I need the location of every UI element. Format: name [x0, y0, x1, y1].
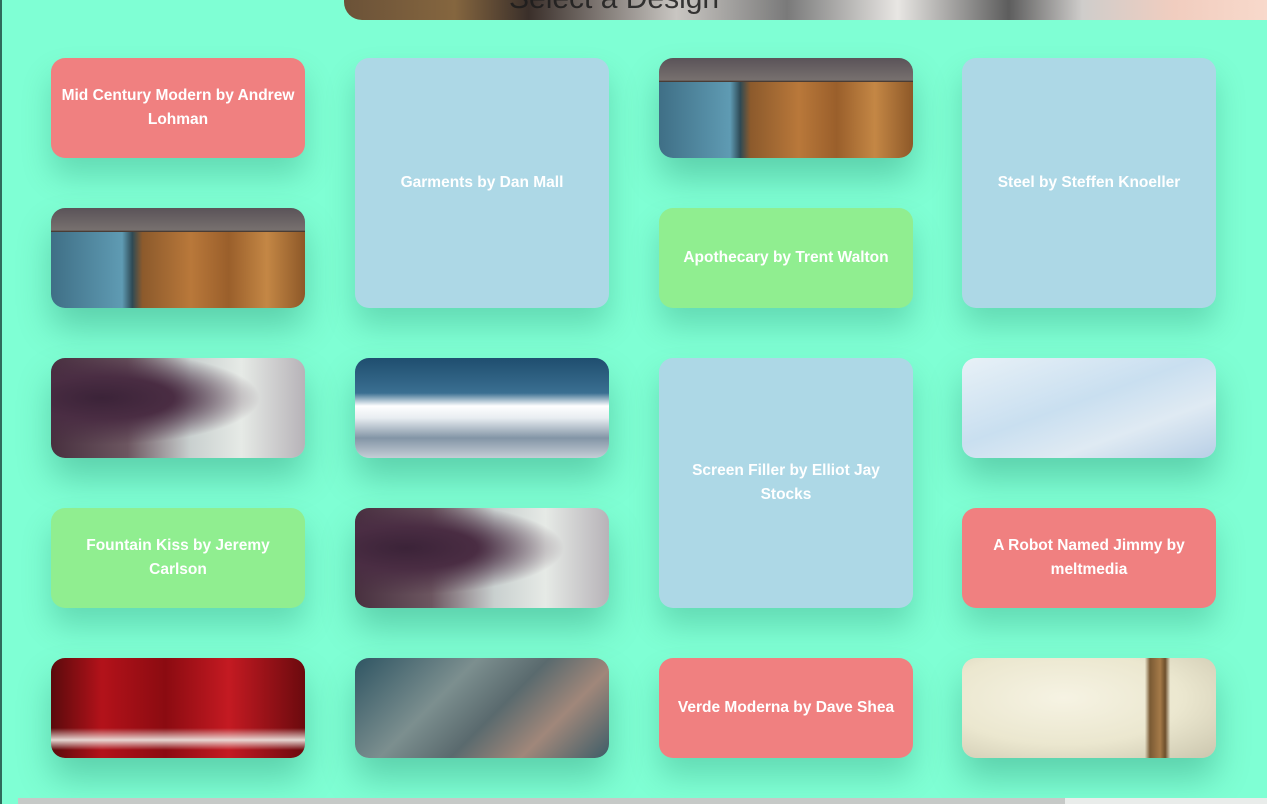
horizontal-scrollbar-thumb[interactable] [18, 798, 1065, 804]
design-tile-apothecary[interactable]: Apothecary by Trent Walton [659, 208, 913, 308]
design-tile-mid-century-modern[interactable]: Mid Century Modern by Andrew Lohman [51, 58, 305, 158]
design-tile-garments[interactable]: Garments by Dan Mall [355, 58, 609, 308]
design-tile-verde-moderna[interactable]: Verde Moderna by Dave Shea [659, 658, 913, 758]
tile-label: A Robot Named Jimmy by meltmedia [993, 537, 1185, 578]
tile-label: Apothecary by Trent Walton [683, 249, 889, 266]
tile-label: Garments by Dan Mall [400, 174, 564, 191]
design-tile-steel[interactable]: Steel by Steffen Knoeller [962, 58, 1216, 308]
design-thumbnail-taxi-interior[interactable] [355, 658, 609, 758]
design-thumbnail-mountains[interactable] [355, 358, 609, 458]
banner-text: Select a Design [509, 0, 719, 16]
window-edge [0, 0, 2, 804]
design-thumbnail-red-wall[interactable] [51, 658, 305, 758]
header-banner-image: Select a Design [344, 0, 1267, 20]
design-tile-robot-named-jimmy[interactable]: A Robot Named Jimmy by meltmedia [962, 508, 1216, 608]
design-thumbnail-bare-tree-2[interactable] [355, 508, 609, 608]
design-thumbnail-bare-tree[interactable] [51, 358, 305, 458]
design-tile-fountain-kiss[interactable]: Fountain Kiss by Jeremy Carlson [51, 508, 305, 608]
tile-label: Verde Moderna by Dave Shea [677, 699, 895, 716]
tile-label: Screen Filler by Elliot Jay Stocks [692, 462, 880, 503]
tile-label: Steel by Steffen Knoeller [997, 174, 1181, 191]
design-thumbnail-sky[interactable] [962, 358, 1216, 458]
design-tile-screen-filler[interactable]: Screen Filler by Elliot Jay Stocks [659, 358, 913, 608]
design-thumbnail-fence-post[interactable] [962, 658, 1216, 758]
tile-label: Fountain Kiss by Jeremy Carlson [86, 537, 270, 578]
design-thumbnail-wood-shed[interactable] [51, 208, 305, 308]
tile-label: Mid Century Modern by Andrew Lohman [61, 87, 295, 128]
design-thumbnail-wood-shed-2[interactable] [659, 58, 913, 158]
